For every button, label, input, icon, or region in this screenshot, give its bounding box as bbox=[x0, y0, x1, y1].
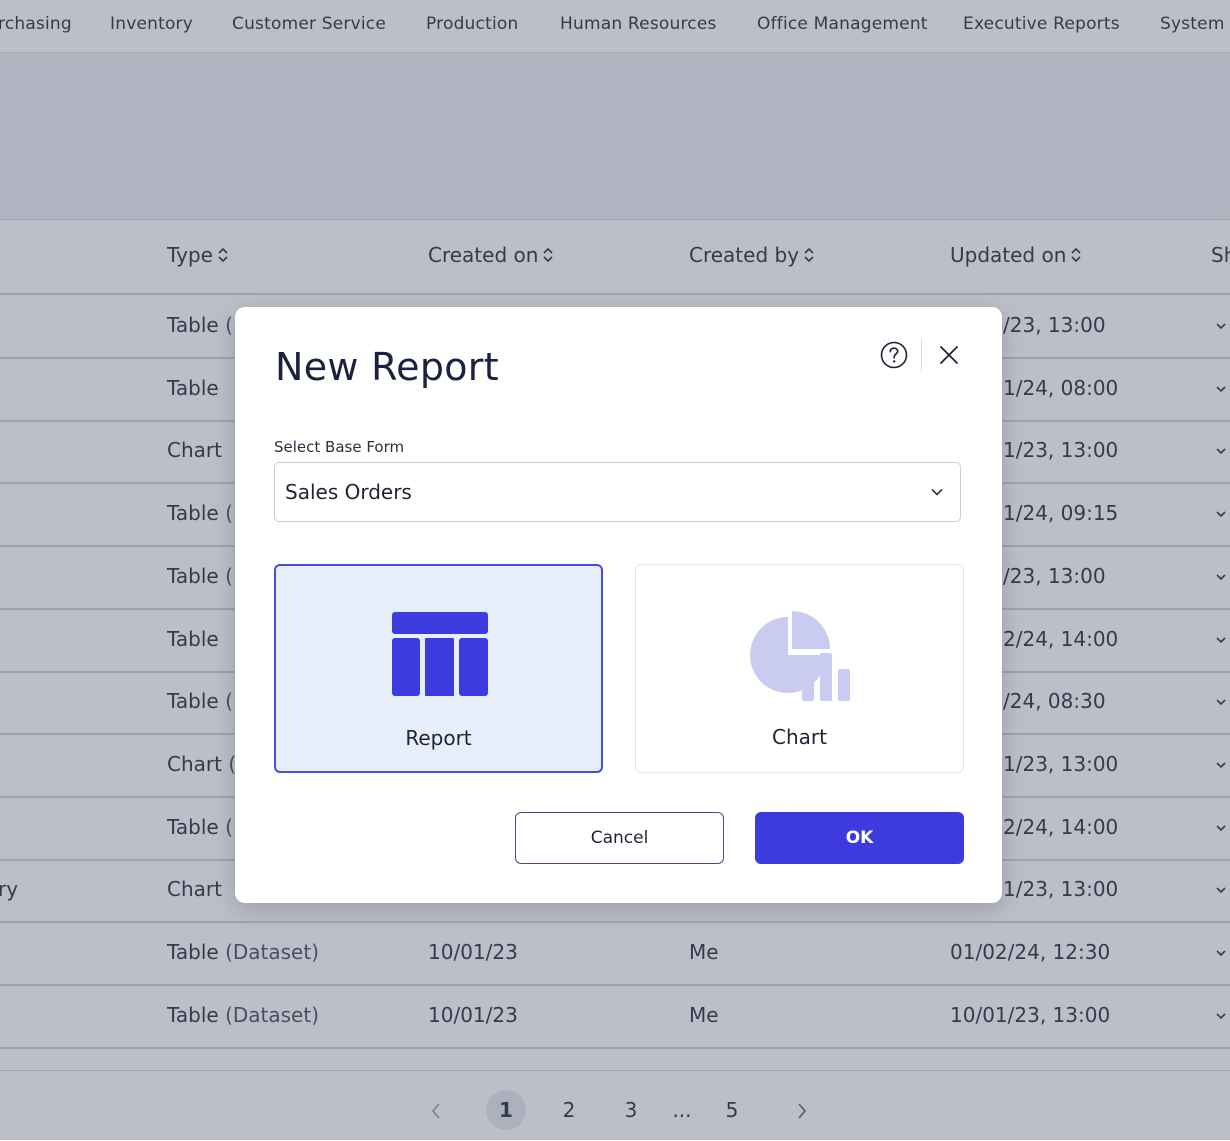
dialog-title: New Report bbox=[275, 345, 499, 389]
option-label: Chart bbox=[772, 725, 827, 749]
cancel-button[interactable]: Cancel bbox=[515, 812, 724, 864]
table-icon bbox=[392, 612, 488, 696]
close-icon[interactable] bbox=[938, 344, 960, 366]
base-form-value: Sales Orders bbox=[285, 480, 412, 504]
header-divider bbox=[921, 339, 922, 371]
help-icon[interactable] bbox=[879, 340, 909, 370]
pie-chart-icon bbox=[750, 611, 850, 701]
base-form-label: Select Base Form bbox=[274, 438, 405, 456]
option-label: Report bbox=[405, 726, 472, 750]
chart-type-option[interactable]: Chart bbox=[635, 564, 964, 773]
report-type-option[interactable]: Report bbox=[274, 564, 603, 773]
new-report-dialog: New Report Select Base Form Sales Orders… bbox=[235, 307, 1002, 903]
base-form-select[interactable]: Sales Orders bbox=[274, 462, 961, 522]
ok-button[interactable]: OK bbox=[755, 812, 964, 864]
chevron-down-icon bbox=[931, 488, 943, 496]
